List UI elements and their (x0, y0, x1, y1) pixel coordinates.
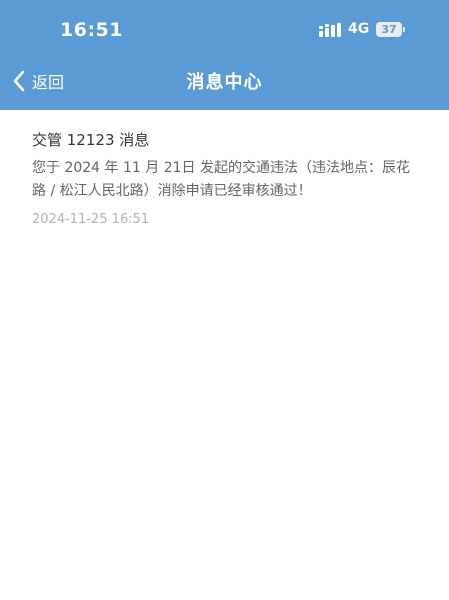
back-label: 返回 (32, 73, 65, 92)
signal-strength-icon (319, 23, 341, 37)
battery-tip (403, 27, 405, 32)
page-title: 消息中心 (186, 72, 263, 93)
network-type-label: 4G (348, 21, 370, 37)
back-button[interactable]: 返回 (12, 68, 64, 94)
battery-level: 37 (376, 22, 402, 37)
message-list: 交管 12123 消息 您于 2024 年 11 月 21日 发起的交通违法（违… (0, 110, 449, 230)
message-body: 您于 2024 年 11 月 21日 发起的交通违法（违法地点：辰花路 / 松江… (32, 160, 410, 199)
chevron-left-icon (13, 70, 25, 92)
status-time: 16:51 (60, 19, 123, 41)
nav-bar: 返回 消息中心 (0, 56, 449, 110)
app-header: 16:51 4G 37 返回 消息中心 (0, 0, 449, 110)
message-time: 2024-11-25 16:51 (32, 212, 150, 227)
battery-icon: 37 (376, 22, 406, 37)
message-item[interactable]: 交管 12123 消息 您于 2024 年 11 月 21日 发起的交通违法（违… (0, 110, 449, 230)
message-title: 交管 12123 消息 (32, 131, 150, 149)
status-bar: 16:51 4G 37 (0, 0, 449, 56)
